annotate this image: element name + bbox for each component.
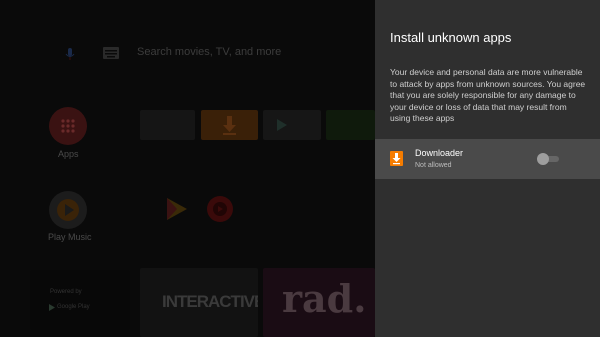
- search-bar[interactable]: Search movies, TV, and more: [55, 40, 355, 68]
- play-music-label: Play Music: [48, 232, 92, 242]
- allow-install-toggle[interactable]: [537, 152, 559, 166]
- apps-button[interactable]: [49, 107, 87, 145]
- app-name: Downloader: [415, 148, 464, 158]
- rad-tile-text: rad.: [282, 276, 367, 321]
- rad-tile[interactable]: rad.: [263, 268, 375, 337]
- mic-icon[interactable]: [63, 47, 77, 61]
- download-icon: [223, 116, 236, 135]
- powered-by-text: Powered by: [50, 289, 82, 295]
- panel-title: Install unknown apps: [390, 30, 512, 45]
- play-music-icon: [57, 199, 79, 221]
- apps-label: Apps: [58, 149, 79, 159]
- youtube-music-icon[interactable]: [206, 195, 234, 223]
- play-store-icon: [277, 119, 287, 131]
- downloader-icon: [390, 151, 403, 166]
- app-list-item-downloader[interactable]: Downloader Not allowed: [375, 139, 600, 179]
- toggle-knob: [537, 153, 549, 165]
- apps-grid-icon: [61, 119, 75, 133]
- app-permission-status: Not allowed: [415, 162, 452, 169]
- app-tile-partial[interactable]: [326, 110, 375, 140]
- panel-description: Your device and personal data are more v…: [390, 67, 586, 123]
- downloader-tile[interactable]: [201, 110, 258, 140]
- interactive-tile[interactable]: INTERACTIVE: [140, 268, 258, 337]
- play-logo-icon: [49, 304, 55, 311]
- play-movies-icon[interactable]: [161, 194, 191, 224]
- play-music-button[interactable]: [49, 191, 87, 229]
- powered-by-card: Powered by Google Play: [30, 270, 130, 330]
- search-placeholder: Search movies, TV, and more: [137, 46, 282, 58]
- install-unknown-apps-panel: Install unknown apps Your device and per…: [375, 0, 600, 337]
- keyboard-icon[interactable]: [103, 47, 119, 59]
- google-play-text: Google Play: [57, 304, 90, 310]
- interactive-tile-text: INTERACTIVE: [162, 292, 258, 311]
- app-tile[interactable]: [140, 110, 195, 140]
- launcher-home-background: Search movies, TV, and more Apps Play Mu…: [0, 0, 375, 337]
- play-store-tile[interactable]: [263, 110, 321, 140]
